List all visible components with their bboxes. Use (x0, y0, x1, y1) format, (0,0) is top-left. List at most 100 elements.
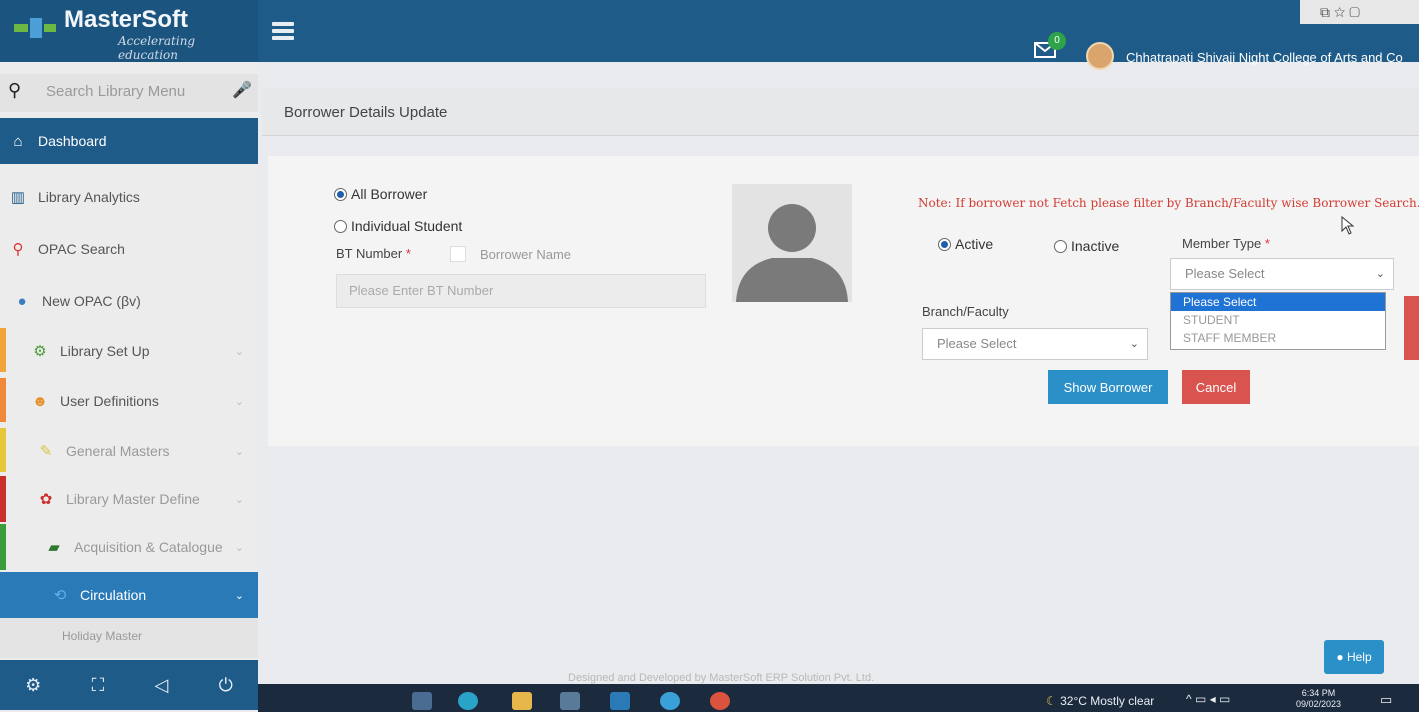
sidebar-item-label: Circulation (80, 587, 147, 603)
sidebar-item-user-definitions[interactable]: ☻ User Definitions ⌄ (0, 378, 258, 424)
logo-area[interactable]: MasterSoft Accelerating education (0, 0, 258, 62)
book-icon: ▰ (48, 539, 60, 556)
sound-icon[interactable]: ◁ (154, 675, 168, 696)
sidebar-subitem-holiday-master[interactable]: Holiday Master (0, 618, 258, 658)
radio-inactive[interactable]: Inactive (1054, 238, 1119, 254)
member-type-dropdown[interactable]: Please Select STUDENT STAFF MEMBER (1170, 292, 1386, 350)
microphone-icon[interactable]: 🎤 (232, 80, 252, 100)
dropdown-option[interactable]: STUDENT (1171, 311, 1385, 329)
radio-selected-icon (938, 237, 951, 251)
refresh-icon: ⟲ (53, 587, 67, 604)
dropdown-option[interactable]: Please Select (1171, 293, 1385, 311)
sidebar-item-dashboard[interactable]: ⌂ Dashboard (0, 118, 258, 164)
chevron-down-icon: ⌄ (234, 589, 244, 602)
radio-unselected-icon (334, 219, 347, 233)
power-icon[interactable]: ⏻ (219, 675, 233, 696)
taskbar-app-icon[interactable] (560, 692, 580, 710)
sidebar-item-library-analytics[interactable]: ▥ Library Analytics (0, 174, 258, 220)
sidebar-item-library-master-define[interactable]: ✿ Library Master Define ⌄ (0, 476, 258, 522)
sidebar-search-input[interactable]: Search Library Menu (46, 83, 185, 100)
gears-icon: ⚙ (33, 343, 47, 360)
search-icon: ⚲ (12, 241, 24, 258)
radio-label: Inactive (1071, 238, 1120, 254)
sidebar-item-library-setup[interactable]: ⚙ Library Set Up ⌄ (0, 328, 258, 374)
clock-time: 6:34 PM (1301, 688, 1336, 698)
taskbar-app-icon[interactable] (412, 692, 432, 710)
chevron-down-icon: ⌄ (234, 493, 244, 506)
bt-number-label: BT Number * (336, 246, 411, 261)
branch-faculty-select[interactable]: Please Select ⌄ (922, 328, 1148, 360)
radio-active[interactable]: Active (938, 236, 993, 252)
taskbar-app-icon[interactable] (458, 692, 478, 710)
member-type-label: Member Type * (1182, 236, 1270, 251)
settings-icon[interactable]: ⚙ (25, 675, 41, 696)
borrower-name-checkbox[interactable] (450, 246, 466, 262)
sidebar-item-acquisition-catalogue[interactable]: ▰ Acquisition & Catalogue ⌄ (0, 524, 258, 570)
cancel-button[interactable]: Cancel (1182, 370, 1250, 404)
select-value: Please Select (937, 336, 1017, 351)
chevron-down-icon: ⌄ (234, 395, 244, 408)
users-icon: ☻ (32, 392, 48, 410)
borrower-photo-placeholder (732, 184, 852, 302)
branch-faculty-label: Branch/Faculty (922, 304, 1009, 319)
mastersoft-logo-icon (14, 18, 56, 38)
sidebar-item-label: OPAC Search (38, 241, 125, 257)
bar-chart-icon: ▥ (10, 189, 26, 206)
home-icon: ⌂ (13, 132, 23, 150)
taskbar-chrome-icon[interactable] (710, 692, 730, 710)
bt-number-label-text: BT Number (336, 246, 403, 261)
radio-individual-student[interactable]: Individual Student (334, 218, 462, 234)
page-title: Borrower Details Update (284, 104, 448, 121)
bt-number-input[interactable]: Please Enter BT Number (336, 274, 706, 308)
browser-action-icons[interactable]: ⧉ ☆ ▢ (1320, 4, 1360, 21)
logo-subtitle: Accelerating education (118, 34, 196, 62)
member-type-select[interactable]: Please Select ⌄ (1170, 258, 1394, 290)
sidebar-item-label: New OPAC (βv) (42, 293, 141, 309)
taskbar-folder-icon[interactable] (512, 692, 532, 710)
taskbar-app-icon[interactable] (610, 692, 630, 710)
sidebar-item-label: Dashboard (38, 133, 107, 149)
side-tab-edge (1404, 296, 1419, 360)
sidebar-item-label: User Definitions (60, 393, 159, 409)
system-tray-icons[interactable]: ^ ▭ ◂ ▭ (1186, 692, 1230, 706)
dropdown-option[interactable]: STAFF MEMBER (1171, 329, 1385, 347)
required-mark: * (405, 246, 411, 261)
radio-label: Active (955, 236, 994, 252)
sidebar-item-opac-search[interactable]: ⚲ OPAC Search (0, 226, 258, 272)
radio-all-borrower[interactable]: All Borrower (334, 186, 427, 202)
sidebar-item-circulation[interactable]: ⟲ Circulation ⌄ (0, 572, 258, 618)
college-name[interactable]: Chhatrapati Shivaji Night College of Art… (1126, 50, 1403, 65)
sidebar-item-label: Library Set Up (60, 343, 150, 359)
logo-title: MasterSoft (64, 6, 189, 33)
radio-unselected-icon (1054, 239, 1067, 253)
weather-moon-icon: ☾ (1046, 694, 1057, 708)
notification-icon[interactable]: ▭ (1380, 692, 1392, 708)
sidebar-item-new-opac[interactable]: ● New OPAC (βv) (0, 278, 258, 324)
taskbar-edge-icon[interactable] (660, 692, 680, 710)
sidebar-item-general-masters[interactable]: ✎ General Masters ⌄ (0, 428, 258, 474)
chevron-down-icon: ⌄ (1375, 268, 1385, 280)
sidebar-item-label: Library Analytics (38, 189, 140, 205)
weather-status[interactable]: ☾ 32°C Mostly clear (1046, 694, 1154, 708)
globe-icon: ● (17, 292, 27, 310)
borrower-name-label: Borrower Name (480, 247, 572, 262)
cubes-icon: ✿ (39, 491, 53, 508)
chevron-down-icon: ⌄ (234, 541, 244, 554)
sidebar-footer: ⚙ ⛶ ◁ ⏻ (0, 660, 258, 710)
select-value: Please Select (1185, 266, 1265, 281)
windows-taskbar (258, 684, 1419, 712)
fetch-note: Note: If borrower not Fetch please filte… (918, 196, 1419, 210)
fullscreen-icon[interactable]: ⛶ (92, 675, 105, 696)
help-label: Help (1346, 650, 1372, 664)
chevron-down-icon: ⌄ (234, 345, 244, 358)
required-mark: * (1264, 236, 1270, 251)
sidebar-item-label: Library Master Define (66, 491, 200, 507)
show-borrower-button[interactable]: Show Borrower (1048, 370, 1168, 404)
edit-icon: ✎ (39, 443, 53, 460)
radio-selected-icon (334, 187, 347, 201)
member-type-label-text: Member Type (1182, 236, 1262, 251)
user-avatar[interactable] (1086, 42, 1114, 70)
taskbar-clock[interactable]: 6:34 PM 09/02/2023 (1296, 688, 1341, 710)
menu-toggle-icon[interactable] (272, 22, 294, 40)
help-button[interactable]: ● Help (1324, 640, 1384, 674)
